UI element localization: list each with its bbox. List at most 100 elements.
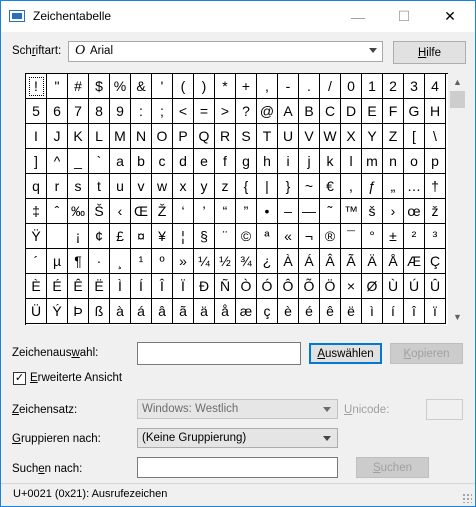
char-cell[interactable]: Ñ bbox=[215, 274, 236, 299]
char-cell[interactable]: × bbox=[341, 274, 362, 299]
minimize-button[interactable]: — bbox=[335, 1, 381, 32]
char-cell[interactable]: / bbox=[320, 74, 341, 99]
char-cell[interactable]: ‹ bbox=[110, 199, 131, 224]
char-cell[interactable]: I bbox=[26, 124, 47, 149]
char-cell[interactable]: o bbox=[404, 149, 425, 174]
char-cell[interactable]: € bbox=[320, 174, 341, 199]
char-cell[interactable]: 8 bbox=[89, 99, 110, 124]
char-cell[interactable]: Õ bbox=[299, 274, 320, 299]
maximize-button[interactable]: ☐ bbox=[381, 1, 427, 32]
char-cell[interactable]: Ó bbox=[257, 274, 278, 299]
char-cell[interactable]: U bbox=[278, 124, 299, 149]
char-cell[interactable]: © bbox=[236, 224, 257, 249]
char-cell[interactable]: ª bbox=[257, 224, 278, 249]
char-cell[interactable]: K bbox=[68, 124, 89, 149]
char-cell[interactable]: ¥ bbox=[152, 224, 173, 249]
char-cell[interactable]: Œ bbox=[131, 199, 152, 224]
char-cell[interactable]: ¦ bbox=[173, 224, 194, 249]
char-cell[interactable]: ] bbox=[26, 149, 47, 174]
char-cell[interactable]: ï bbox=[425, 299, 446, 324]
char-cell[interactable]: ¼ bbox=[194, 249, 215, 274]
char-cell[interactable]: { bbox=[236, 174, 257, 199]
char-cell[interactable]: | bbox=[257, 174, 278, 199]
char-cell[interactable]: µ bbox=[47, 249, 68, 274]
char-cell[interactable]: - bbox=[278, 74, 299, 99]
char-cell[interactable]: . bbox=[299, 74, 320, 99]
char-cell[interactable]: * bbox=[215, 74, 236, 99]
char-cell[interactable]: F bbox=[383, 99, 404, 124]
char-cell[interactable]: M bbox=[110, 124, 131, 149]
char-cell[interactable]: Å bbox=[383, 249, 404, 274]
search-button[interactable]: Suchen bbox=[356, 457, 429, 478]
char-cell[interactable]: Î bbox=[152, 274, 173, 299]
advanced-view-checkbox[interactable]: ✓ bbox=[13, 372, 26, 385]
char-cell[interactable]: Û bbox=[425, 274, 446, 299]
resize-grip-icon[interactable] bbox=[462, 493, 472, 503]
char-cell[interactable]: ‰ bbox=[68, 199, 89, 224]
char-cell[interactable]: Ì bbox=[110, 274, 131, 299]
char-cell[interactable]: 2 bbox=[383, 74, 404, 99]
char-cell[interactable]: c bbox=[152, 149, 173, 174]
char-cell[interactable]: á bbox=[131, 299, 152, 324]
char-cell[interactable] bbox=[47, 224, 68, 249]
char-cell[interactable]: $ bbox=[89, 74, 110, 99]
char-cell[interactable]: s bbox=[68, 174, 89, 199]
char-cell[interactable]: Ý bbox=[47, 299, 68, 324]
char-cell[interactable]: Ô bbox=[278, 274, 299, 299]
char-cell[interactable]: X bbox=[341, 124, 362, 149]
char-cell[interactable]: ¾ bbox=[236, 249, 257, 274]
char-cell[interactable]: ƒ bbox=[362, 174, 383, 199]
char-cell[interactable]: > bbox=[215, 99, 236, 124]
char-cell[interactable]: l bbox=[341, 149, 362, 174]
char-cell[interactable]: ( bbox=[173, 74, 194, 99]
char-cell[interactable]: W bbox=[320, 124, 341, 149]
char-cell[interactable]: Ü bbox=[26, 299, 47, 324]
char-cell[interactable]: ¢ bbox=[89, 224, 110, 249]
char-cell[interactable]: u bbox=[110, 174, 131, 199]
char-cell[interactable]: z bbox=[215, 174, 236, 199]
char-cell[interactable]: < bbox=[173, 99, 194, 124]
char-cell[interactable]: Ø bbox=[362, 274, 383, 299]
charset-select[interactable]: Windows: Westlich bbox=[137, 399, 338, 419]
char-cell[interactable]: ã bbox=[173, 299, 194, 324]
char-cell[interactable]: L bbox=[89, 124, 110, 149]
char-cell[interactable]: Š bbox=[89, 199, 110, 224]
char-cell[interactable]: : bbox=[131, 99, 152, 124]
char-cell[interactable]: ä bbox=[194, 299, 215, 324]
char-cell[interactable]: p bbox=[425, 149, 446, 174]
char-cell[interactable]: È bbox=[26, 274, 47, 299]
char-cell[interactable]: # bbox=[68, 74, 89, 99]
char-cell[interactable]: Ž bbox=[152, 199, 173, 224]
char-cell[interactable]: ² bbox=[404, 224, 425, 249]
char-cell[interactable]: r bbox=[47, 174, 68, 199]
char-cell[interactable]: i bbox=[278, 149, 299, 174]
char-cell[interactable]: G bbox=[404, 99, 425, 124]
char-cell[interactable]: " bbox=[47, 74, 68, 99]
char-cell[interactable]: ` bbox=[89, 149, 110, 174]
char-cell[interactable]: ? bbox=[236, 99, 257, 124]
char-cell[interactable]: 4 bbox=[425, 74, 446, 99]
search-input[interactable] bbox=[137, 457, 338, 478]
char-cell[interactable]: b bbox=[131, 149, 152, 174]
char-cell[interactable]: ™ bbox=[341, 199, 362, 224]
font-select[interactable]: O Arial bbox=[68, 41, 383, 62]
char-cell[interactable]: Ë bbox=[89, 274, 110, 299]
select-button[interactable]: Auswählen bbox=[309, 343, 382, 364]
char-cell[interactable]: å bbox=[215, 299, 236, 324]
char-cell[interactable]: Ã bbox=[341, 249, 362, 274]
char-cell[interactable]: x bbox=[173, 174, 194, 199]
char-cell[interactable]: Þ bbox=[68, 299, 89, 324]
char-cell[interactable]: à bbox=[110, 299, 131, 324]
char-cell[interactable]: › bbox=[383, 199, 404, 224]
char-cell[interactable]: Ç bbox=[425, 249, 446, 274]
scroll-up-icon[interactable]: ▲ bbox=[449, 73, 466, 90]
char-cell[interactable]: æ bbox=[236, 299, 257, 324]
char-cell[interactable]: , bbox=[257, 74, 278, 99]
char-cell[interactable]: % bbox=[110, 74, 131, 99]
char-cell[interactable]: Ö bbox=[320, 274, 341, 299]
scroll-thumb[interactable] bbox=[450, 91, 465, 108]
char-cell[interactable]: N bbox=[131, 124, 152, 149]
char-cell[interactable]: Ê bbox=[68, 274, 89, 299]
char-cell[interactable]: ° bbox=[362, 224, 383, 249]
char-cell[interactable]: • bbox=[257, 199, 278, 224]
